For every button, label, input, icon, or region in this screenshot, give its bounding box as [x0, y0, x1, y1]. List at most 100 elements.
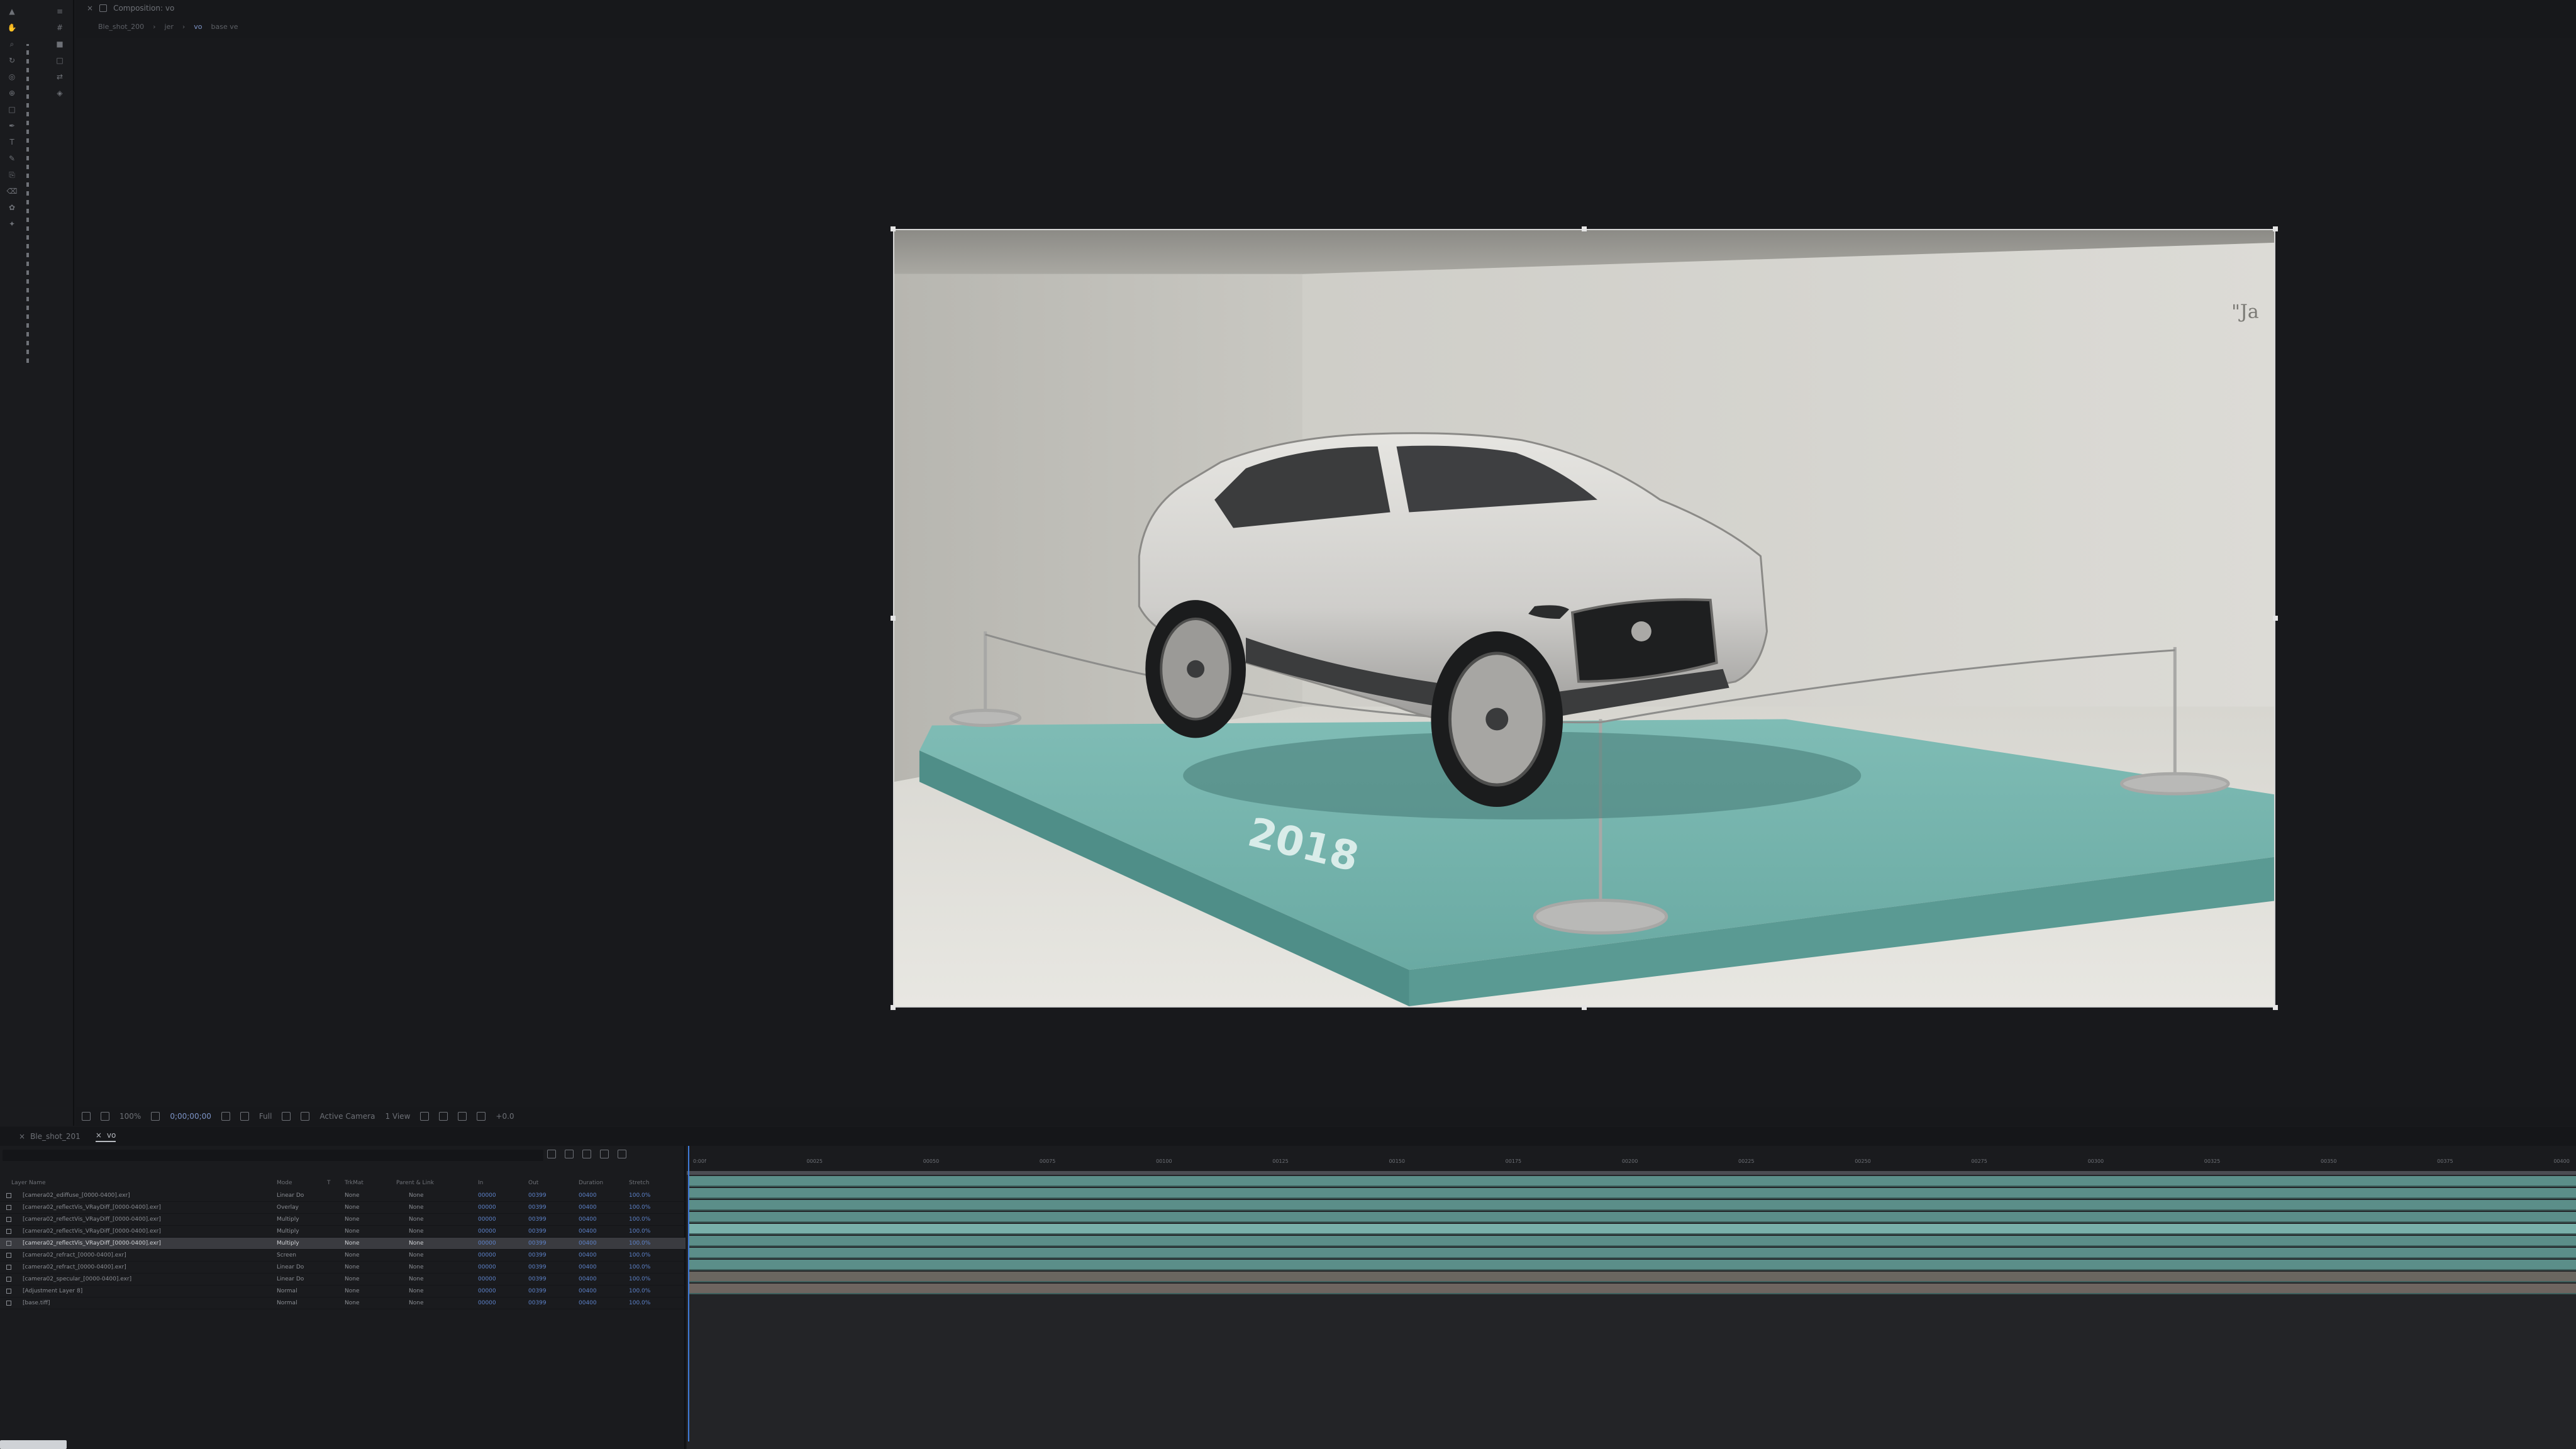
close-icon[interactable]: × — [96, 1131, 102, 1140]
eye-icon[interactable] — [6, 1253, 11, 1258]
layer-mode[interactable]: Linear Do — [277, 1192, 304, 1199]
zoom-tool-icon[interactable]: ⌕ — [6, 39, 18, 49]
layer-name[interactable]: [camera02_reflectVis_VRayDiff_[0000-0400… — [23, 1216, 274, 1223]
camera-select[interactable]: Active Camera — [319, 1112, 375, 1121]
layer-duration[interactable]: 00400 — [579, 1252, 597, 1258]
table-row[interactable]: [Adjustment Layer 8] Normal None None 00… — [0, 1285, 686, 1297]
table-row[interactable]: [camera02_reflectVis_VRayDiff_[0000-0400… — [0, 1202, 686, 1214]
fill-icon[interactable]: ■ — [54, 39, 65, 49]
layer-parent[interactable]: None — [409, 1192, 423, 1199]
table-row[interactable]: [camera02_ediffuse_[0000-0400].exr] Line… — [0, 1190, 686, 1202]
col-stretch[interactable]: Stretch — [629, 1180, 649, 1186]
layer-trkmat[interactable]: None — [345, 1264, 359, 1270]
col-parent[interactable]: Parent & Link — [396, 1180, 434, 1186]
layer-parent[interactable]: None — [409, 1264, 423, 1270]
frame-handle[interactable] — [2273, 1005, 2278, 1010]
rotate-tool-icon[interactable]: ↻ — [6, 55, 18, 65]
layer-mode[interactable]: Normal — [277, 1288, 297, 1294]
eye-icon[interactable] — [6, 1193, 11, 1198]
type-tool-icon[interactable]: T — [6, 137, 18, 147]
layer-in[interactable]: 00000 — [478, 1192, 496, 1199]
stroke-icon[interactable]: □ — [54, 55, 65, 65]
shape-tool-icon[interactable]: □ — [6, 104, 18, 114]
layer-parent[interactable]: None — [409, 1252, 423, 1258]
frame-handle[interactable] — [1582, 1005, 1587, 1010]
layer-stretch[interactable]: 100.0% — [629, 1300, 650, 1306]
layer-mode[interactable]: Normal — [277, 1300, 297, 1306]
layer-out[interactable]: 00399 — [528, 1216, 547, 1223]
channel-icon[interactable] — [240, 1112, 249, 1121]
breadcrumb-item[interactable]: Ble_shot_200 — [98, 23, 144, 31]
grid-icon[interactable]: # — [54, 23, 65, 33]
layer-parent[interactable]: None — [409, 1288, 423, 1294]
layer-duration[interactable]: 00400 — [579, 1264, 597, 1270]
col-duration[interactable]: Duration — [579, 1180, 603, 1186]
col-in[interactable]: In — [478, 1180, 483, 1186]
layer-name[interactable]: [camera02_reflectVis_VRayDiff_[0000-0400… — [23, 1240, 274, 1246]
layer-in[interactable]: 00000 — [478, 1240, 496, 1246]
layer-stretch[interactable]: 100.0% — [629, 1252, 650, 1258]
shy-icon[interactable] — [565, 1150, 574, 1158]
frame-handle[interactable] — [891, 616, 896, 621]
region-of-interest-icon[interactable] — [282, 1112, 291, 1121]
layer-name[interactable]: [Adjustment Layer 8] — [23, 1288, 274, 1294]
layer-trkmat[interactable]: None — [345, 1240, 359, 1246]
layer-in[interactable]: 00000 — [478, 1228, 496, 1235]
layer-stretch[interactable]: 100.0% — [629, 1276, 650, 1282]
layer-in[interactable]: 00000 — [478, 1216, 496, 1223]
layer-mode[interactable]: Overlay — [277, 1204, 299, 1211]
layer-duration[interactable]: 00400 — [579, 1228, 597, 1235]
breadcrumb-extra[interactable]: base ve — [211, 23, 238, 31]
layer-in[interactable]: 00000 — [478, 1264, 496, 1270]
layer-duration-bar-selected[interactable] — [688, 1224, 2576, 1235]
timeline-tab[interactable]: × Ble_shot_201 — [19, 1132, 80, 1141]
timeline-tab-active[interactable]: × vo — [95, 1131, 116, 1142]
layer-stretch[interactable]: 100.0% — [629, 1240, 650, 1246]
layer-parent[interactable]: None — [409, 1228, 423, 1235]
eraser-tool-icon[interactable]: ⌫ — [6, 186, 18, 196]
eye-icon[interactable] — [6, 1217, 11, 1222]
pen-tool-icon[interactable]: ✒ — [6, 121, 18, 131]
layer-mode[interactable]: Multiply — [277, 1216, 299, 1223]
current-timecode[interactable]: 0;00;00;00 — [170, 1112, 211, 1121]
layer-mode[interactable]: Multiply — [277, 1228, 299, 1235]
layer-name[interactable]: [camera02_specular_[0000-0400].exr] — [23, 1276, 274, 1282]
layer-out[interactable]: 00399 — [528, 1240, 547, 1246]
hand-tool-icon[interactable]: ✋ — [6, 23, 18, 33]
motion-blur-icon[interactable] — [600, 1150, 609, 1158]
layer-duration-bar[interactable] — [688, 1188, 2576, 1199]
layer-trkmat[interactable]: None — [345, 1228, 359, 1235]
toggle-pixel-aspect-icon[interactable] — [420, 1112, 430, 1121]
time-ruler[interactable]: 0:00f 00025 00050 00075 00100 00125 0015… — [687, 1146, 2576, 1175]
grid-overlay-icon[interactable] — [151, 1112, 160, 1121]
layer-mode[interactable]: Linear Do — [277, 1276, 304, 1282]
breadcrumb-item[interactable]: jer — [165, 23, 174, 31]
layer-stretch[interactable]: 100.0% — [629, 1192, 650, 1199]
brush-tool-icon[interactable]: ✎ — [6, 153, 18, 164]
col-layer-name[interactable]: Layer Name — [11, 1180, 46, 1186]
layer-duration-bar[interactable] — [688, 1212, 2576, 1223]
layer-out[interactable]: 00399 — [528, 1264, 547, 1270]
always-preview-icon[interactable] — [82, 1112, 91, 1121]
layer-duration-bar[interactable] — [688, 1284, 2576, 1294]
table-row[interactable]: [base.tiff] Normal None None 00000 00399… — [0, 1297, 686, 1309]
layer-in[interactable]: 00000 — [478, 1204, 496, 1211]
layer-trkmat[interactable]: None — [345, 1192, 359, 1199]
resolution-select[interactable]: Full — [259, 1112, 272, 1121]
breadcrumb-item-active[interactable]: vo — [194, 23, 202, 31]
layer-trkmat[interactable]: None — [345, 1276, 359, 1282]
frame-handle[interactable] — [891, 1005, 896, 1010]
eye-icon[interactable] — [6, 1241, 11, 1246]
puppet-tool-icon[interactable]: ✦ — [6, 219, 18, 229]
layer-duration-bar[interactable] — [688, 1260, 2576, 1270]
eye-icon[interactable] — [6, 1229, 11, 1234]
layer-duration-bar[interactable] — [688, 1248, 2576, 1258]
layer-name[interactable]: [camera02_refract_[0000-0400].exr] — [23, 1264, 274, 1270]
eye-icon[interactable] — [6, 1205, 11, 1210]
layer-in[interactable]: 00000 — [478, 1300, 496, 1306]
layer-duration[interactable]: 00400 — [579, 1288, 597, 1294]
layer-parent[interactable]: None — [409, 1300, 423, 1306]
layer-parent[interactable]: None — [409, 1216, 423, 1223]
graph-editor-icon[interactable] — [618, 1150, 626, 1158]
eye-icon[interactable] — [6, 1277, 11, 1282]
